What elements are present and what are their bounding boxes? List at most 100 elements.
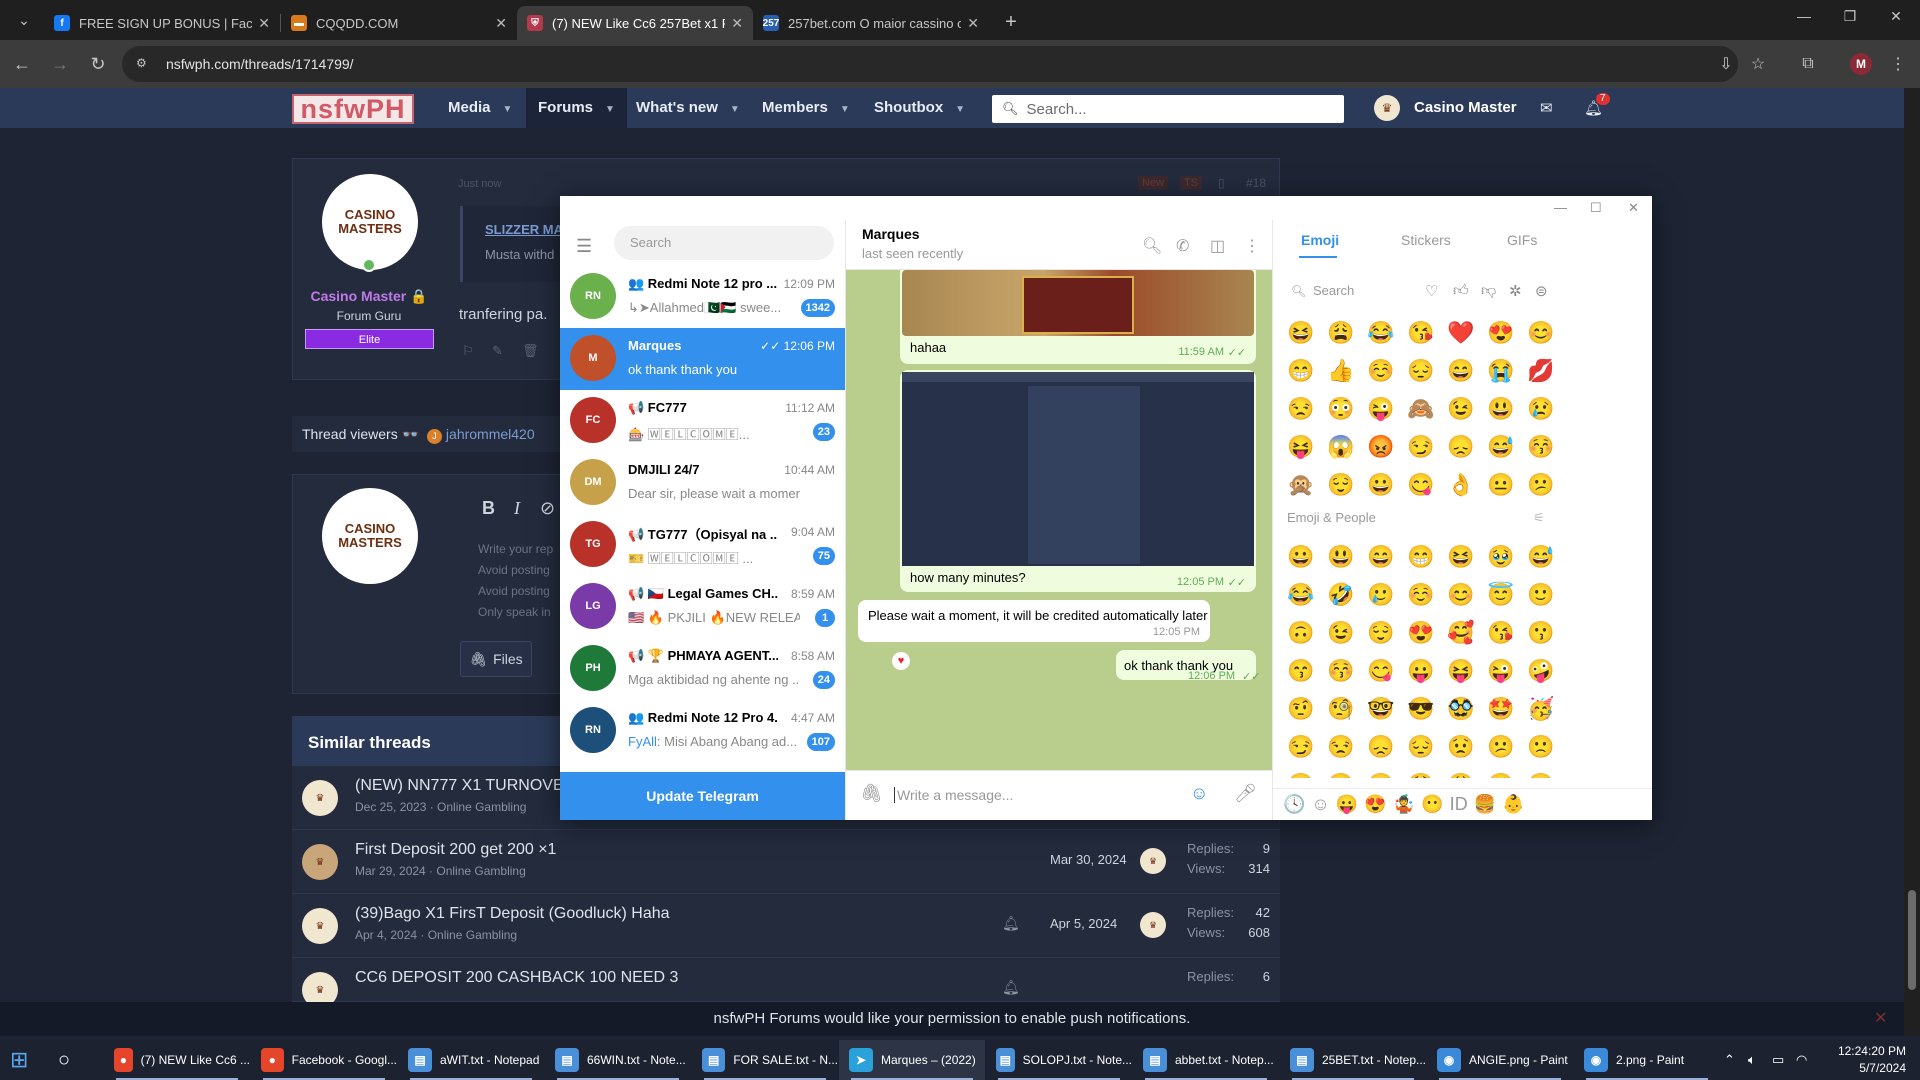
extensions-icon[interactable]: ⧉ (1794, 50, 1822, 78)
emoji-category-icon[interactable]: 🤹 (1393, 794, 1415, 815)
emoji-item[interactable]: 😒 (1281, 390, 1321, 428)
emoji-item[interactable]: 😟 (1441, 728, 1481, 766)
tab-close-icon[interactable]: ✕ (731, 15, 743, 32)
screenshot-image[interactable] (902, 372, 1254, 566)
emoji-icon[interactable]: ☺ (1190, 783, 1208, 804)
emoji-item[interactable]: 😩 (1441, 766, 1481, 778)
more-format-icon[interactable]: ⊘ (540, 498, 555, 519)
emoji-item[interactable]: 😛 (1401, 652, 1441, 690)
emoji-item[interactable]: 😞 (1441, 428, 1481, 466)
browser-tab[interactable]: ▬ CQQDD.COM ✕ (281, 6, 517, 40)
chat-item[interactable]: PH 📢 🏆 PHMAYA AGENT... 8:58 AM Mga aktibida… (560, 638, 845, 700)
emoji-item[interactable]: 🙈 (1401, 390, 1441, 428)
tray-chevron-icon[interactable]: ⌃ (1724, 1052, 1735, 1068)
chevron-down-icon[interactable]: ▼ (955, 104, 965, 115)
chat-item[interactable]: RN 👥 Redmi Note 12 pro ... 12:09 PM ↳➤Allah… (560, 266, 845, 328)
search-icon[interactable]: 🔍︎ (1142, 236, 1162, 256)
chevron-down-icon[interactable]: ▼ (730, 104, 740, 115)
emoji-item[interactable]: ☹️ (1281, 766, 1321, 778)
tab-close-icon[interactable]: ✕ (967, 15, 979, 32)
forward-icon[interactable]: → (44, 48, 76, 80)
emoji-item[interactable]: 😖 (1361, 766, 1401, 778)
install-app-icon[interactable]: ⇩ (1712, 50, 1740, 78)
emoji-item[interactable]: 😱 (1321, 428, 1361, 466)
thumbs-down-category-icon[interactable]: 👎︎ (1481, 282, 1496, 300)
emoji-category-icon[interactable]: 😍 (1364, 794, 1386, 815)
edit-icon[interactable]: ✎ (492, 343, 503, 359)
emoji-category-icon[interactable]: ☺ (1311, 794, 1329, 815)
message-bubble[interactable]: how many minutes? 12:05 PM ✓✓ (900, 370, 1256, 592)
reply-placeholder-3[interactable]: Avoid posting (478, 584, 550, 598)
taskbar-app[interactable]: ● Facebook - Googl... (251, 1040, 397, 1080)
nav-members[interactable]: Members ▼ (750, 88, 862, 128)
tab-stickers[interactable]: Stickers (1401, 232, 1451, 248)
emoji-item[interactable]: 😡 (1361, 428, 1401, 466)
browser-tab[interactable]: ⛨ (7) NEW Like Cc6 257Bet x1 Firs ✕ (517, 6, 753, 40)
thread-title[interactable]: (NEW) NN777 X1 TURNOVER (355, 777, 575, 795)
tg-maximize-icon[interactable]: ☐ (1590, 200, 1602, 216)
emoji-item[interactable]: ❤️ (1441, 314, 1481, 352)
emoji-item[interactable]: 😅 (1481, 428, 1521, 466)
chat-item[interactable]: DM DMJILI 24/7 10:44 AM Dear sir, please wa… (560, 452, 845, 514)
emoji-item[interactable]: 🤓 (1361, 690, 1401, 728)
emoji-item[interactable]: 😣 (1321, 766, 1361, 778)
emoji-item[interactable]: 😔 (1401, 728, 1441, 766)
speaker-icon[interactable]: 🔈︎ (1748, 1052, 1756, 1068)
post-number[interactable]: #18 (1246, 176, 1266, 190)
taskbar-app[interactable]: ● (7) NEW Like Cc6 ... (104, 1040, 250, 1080)
emoji-item[interactable]: 😁 (1401, 538, 1441, 576)
emoji-item[interactable]: 🤪 (1521, 652, 1561, 690)
post-username[interactable]: Casino Master 🔒 (292, 288, 446, 305)
wifi-icon[interactable]: ◠ (1796, 1052, 1807, 1068)
emoji-item[interactable]: 😄 (1441, 352, 1481, 390)
emoji-item[interactable]: 🥺 (1481, 766, 1521, 778)
emoji-item[interactable]: 😍 (1401, 614, 1441, 652)
emoji-item[interactable]: 🥳 (1521, 690, 1561, 728)
microphone-icon[interactable]: 🎤︎ (1234, 783, 1257, 804)
emoji-item[interactable]: 🥲 (1361, 576, 1401, 614)
heart-category-icon[interactable]: ♡ (1425, 282, 1438, 300)
thread-avatar[interactable]: ♛ (302, 844, 338, 880)
profile-avatar[interactable]: M (1850, 53, 1872, 75)
emoji-item[interactable]: 😊 (1441, 576, 1481, 614)
chevron-down-icon[interactable]: ▼ (503, 104, 513, 115)
last-poster-avatar[interactable]: ♛ (1140, 848, 1166, 874)
reload-icon[interactable]: ↻ (82, 48, 114, 80)
bookmark-icon[interactable]: ▯ (1218, 176, 1225, 190)
emoji-item[interactable]: 😕 (1481, 728, 1521, 766)
post-avatar[interactable]: CASINO MASTERS (322, 174, 418, 270)
reply-placeholder-4[interactable]: Only speak in (478, 605, 551, 619)
new-tab-button[interactable]: + (997, 8, 1025, 36)
emoji-item[interactable]: 😂 (1361, 314, 1401, 352)
message-bubble[interactable]: Please wait a moment, it will be credite… (858, 600, 1210, 642)
emoji-item[interactable]: 😩 (1321, 314, 1361, 352)
back-icon[interactable]: ← (6, 48, 38, 80)
emoji-item[interactable]: 😚 (1321, 652, 1361, 690)
tab-gifs[interactable]: GIFs (1507, 232, 1537, 248)
chevron-down-icon[interactable]: ▼ (605, 104, 615, 115)
emoji-item[interactable]: 😝 (1441, 652, 1481, 690)
emoji-item[interactable]: 😀 (1361, 466, 1401, 504)
reply-placeholder-2[interactable]: Avoid posting (478, 563, 550, 577)
emoji-item[interactable]: 💋 (1521, 352, 1561, 390)
hamburger-menu-icon[interactable]: ☰ (576, 236, 592, 257)
emoji-item[interactable]: 😜 (1481, 652, 1521, 690)
tab-emoji[interactable]: Emoji (1301, 232, 1339, 248)
emoji-category-icon[interactable]: ⵏD (1450, 794, 1468, 815)
taskbar-app[interactable]: ▤ FOR SALE.txt - N... (692, 1040, 838, 1080)
thread-last-date[interactable]: Mar 30, 2024 (1050, 852, 1127, 867)
heart-reaction-icon[interactable]: ♥ (892, 652, 910, 670)
tab-close-icon[interactable]: ✕ (495, 15, 507, 32)
thread-title[interactable]: (39)Bago X1 FirsT Deposit (Goodluck) Hah… (355, 905, 670, 923)
site-search-input[interactable]: 🔍︎ Search... (992, 95, 1344, 123)
emoji-item[interactable]: 😘 (1401, 314, 1441, 352)
taskbar-app[interactable]: ➤ Marques – (2022) (839, 1040, 985, 1080)
emoji-item[interactable]: 🤩 (1481, 690, 1521, 728)
bookmark-star-icon[interactable]: ☆ (1744, 50, 1772, 78)
bold-button[interactable]: B (482, 498, 495, 519)
emoji-item[interactable]: 😘 (1481, 614, 1521, 652)
emoji-category-icon[interactable]: 🕓 (1283, 794, 1305, 815)
taskbar-app[interactable]: ◉ ANGIE.png - Paint (1427, 1040, 1573, 1080)
more-options-icon[interactable]: ⋮ (1244, 236, 1260, 256)
game-screenshot-image[interactable] (902, 270, 1254, 336)
